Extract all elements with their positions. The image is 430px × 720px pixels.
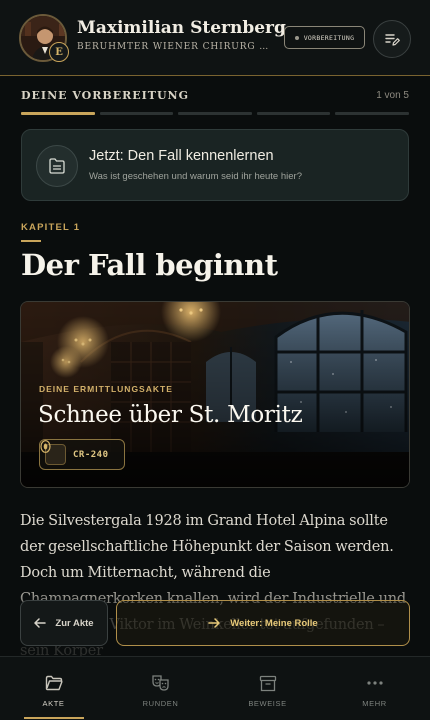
case-number-badge: CR-240 (39, 439, 125, 470)
case-file-kicker: DEINE ERMITTLUNGSAKTE (39, 384, 173, 394)
step-subtitle: Was ist geschehen und warum seid ihr heu… (89, 171, 302, 182)
arrow-left-icon (34, 618, 47, 628)
next-button-label: Weiter: Meine Rolle (230, 617, 318, 629)
nav-item-beweise[interactable]: BEWEISE (214, 657, 321, 720)
notes-button[interactable] (373, 20, 411, 58)
bottom-nav: AKTE RUNDEN BEWEISE MEHR (0, 656, 430, 720)
current-step-card[interactable]: Jetzt: Den Fall kennenlernen Was ist ges… (21, 129, 409, 201)
nav-item-mehr[interactable]: MEHR (321, 657, 428, 720)
nav-item-akte[interactable]: AKTE (0, 657, 107, 720)
archive-box-icon (259, 675, 276, 691)
avatar-badge: E (49, 42, 69, 62)
nav-label: AKTE (42, 699, 65, 708)
file-document-icon (49, 158, 65, 174)
nav-label: MEHR (362, 699, 387, 708)
more-dots-icon (366, 681, 383, 685)
progress-segment (178, 112, 252, 115)
back-button-label: Zur Akte (55, 617, 94, 629)
step-title: Jetzt: Den Fall kennenlernen (89, 148, 274, 164)
step-icon-circle (36, 145, 78, 187)
page-title: Der Fall beginnt (21, 248, 278, 282)
progress-segment (21, 112, 95, 115)
nav-label: RUNDEN (142, 699, 179, 708)
progress-bar (21, 112, 409, 115)
back-to-file-button[interactable]: Zur Akte (20, 600, 108, 646)
chapter-divider (21, 240, 41, 242)
theater-masks-icon (151, 675, 169, 691)
arrow-right-icon (208, 618, 221, 628)
chapter-label: KAPITEL 1 (21, 222, 81, 233)
player-name: Maximilian Sternberg (77, 18, 286, 38)
status-label: VORBEREITUNG (303, 33, 355, 42)
next-my-role-button[interactable]: Weiter: Meine Rolle (116, 600, 410, 646)
progress-label: DEINE VORBEREITUNG (21, 89, 189, 102)
case-file-title: Schnee über St. Moritz (38, 402, 303, 428)
status-badge: VORBEREITUNG (284, 26, 365, 49)
active-tab-indicator (24, 717, 84, 719)
app-header: E Maximilian Sternberg BERÜHMTER WIENER … (0, 0, 430, 76)
nav-item-runden[interactable]: RUNDEN (107, 657, 214, 720)
notes-edit-icon (385, 34, 400, 46)
case-seal-icon (40, 440, 66, 465)
nav-label: BEWEISE (248, 699, 287, 708)
player-role: BERÜHMTER WIENER CHIRURG UND ... (77, 42, 273, 52)
progress-count: 1 von 5 (376, 90, 409, 101)
case-file-card[interactable]: DEINE ERMITTLUNGSAKTE Schnee über St. Mo… (20, 301, 410, 488)
progress-segment (99, 112, 174, 115)
progress-segment (335, 112, 409, 115)
status-dot-icon (294, 35, 299, 40)
folder-icon (45, 675, 63, 691)
case-code: CR-240 (73, 449, 109, 460)
progress-segment (256, 112, 331, 115)
